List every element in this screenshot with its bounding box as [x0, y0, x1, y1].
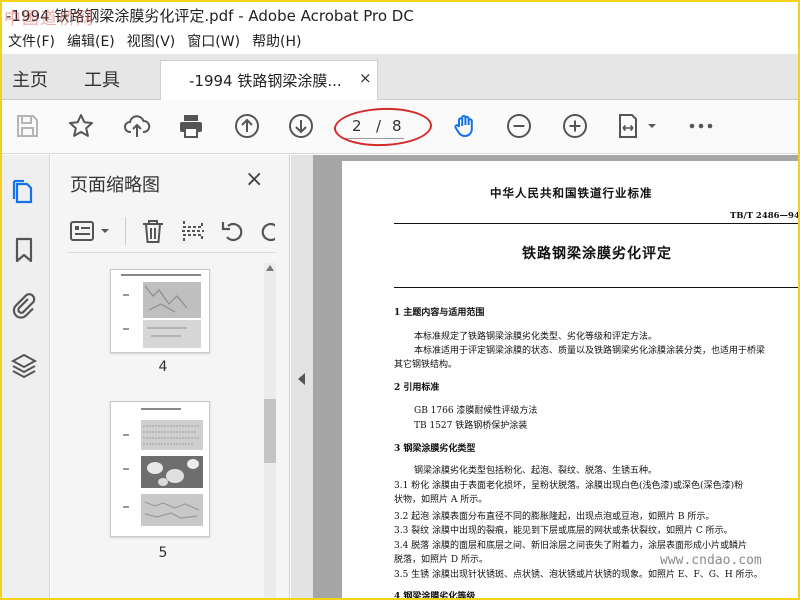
scroll-up-arrow-icon[interactable] — [266, 265, 274, 271]
page-down-icon[interactable] — [286, 111, 316, 141]
doc-body-line: GB 1766 漆膜耐候性评级方法 — [414, 406, 538, 416]
doc-body-line: TB 1527 铁路钢桥保护涂装 — [414, 421, 528, 431]
thumbnail-list: 4 5 — [51, 263, 275, 598]
thumbnail-options-icon[interactable] — [69, 217, 113, 245]
panel-title: 页面缩略图 — [70, 175, 160, 196]
layers-icon[interactable] — [9, 351, 39, 381]
scrollbar-thumb[interactable] — [264, 399, 276, 463]
page-number-field[interactable]: 2 / 8 — [342, 114, 416, 140]
doc-section-heading: 1 主题内容与适用范围 — [394, 308, 485, 318]
save-icon[interactable] — [12, 111, 42, 141]
tab-document-label: -1994 铁路钢梁涂膜... — [189, 72, 342, 90]
doc-watermark: www.cndao.com — [660, 553, 762, 568]
thumbnails-panel: 页面缩略图 × 4 5 — [51, 155, 290, 598]
thumbnail-scrollbar[interactable] — [264, 263, 276, 598]
rotate-page-icon[interactable] — [219, 217, 247, 245]
acrobat-window: -1994 铁路钢梁涂膜劣化评定.pdf - Adobe Acrobat Pro… — [0, 0, 800, 600]
panel-collapse-handle[interactable] — [291, 155, 313, 598]
doc-title-rule — [394, 287, 798, 288]
doc-body-line: 3.2 起泡 涂膜表面分布直径不同的膨胀隆起，出现点泡或豆泡，如照片 B 所示。 — [394, 512, 715, 522]
fit-page-icon[interactable] — [614, 111, 660, 141]
cloud-upload-icon[interactable] — [122, 111, 152, 141]
page-separator: / — [376, 117, 382, 135]
zoom-in-icon[interactable] — [560, 111, 590, 141]
doc-body-line: 钢梁涂膜劣化类型包括粉化、起泡、裂纹、脱落、生锈五种。 — [414, 466, 658, 476]
attachments-icon[interactable] — [9, 291, 39, 321]
page-up-icon[interactable] — [232, 111, 262, 141]
doc-body-line: 状物，如照片 A 所示。 — [394, 495, 488, 505]
menu-window[interactable]: 窗口(W) — [181, 31, 246, 51]
menu-file[interactable]: 文件(F) — [2, 31, 61, 51]
menu-bar: 文件(F) 编辑(E) 视图(V) 窗口(W) 帮助(H) — [2, 30, 798, 52]
panel-close-icon[interactable]: × — [245, 167, 263, 192]
doc-standard-number: TB/T 2486—94 — [730, 211, 800, 221]
doc-section-heading: 4 钢梁涂膜劣化等级 — [394, 592, 476, 600]
doc-title: 铁路钢梁涂膜劣化评定 — [522, 246, 672, 262]
doc-body-line: 3.4 脱落 涂膜的面层和底层之间、新旧涂层之间丧失了附着力，涂层表面形成小片或… — [394, 541, 748, 551]
document-viewer[interactable]: 中华人民共和国铁道行业标准 TB/T 2486—94 铁路钢梁涂膜劣化评定 1 … — [313, 155, 800, 600]
doc-section-heading: 2 引用标准 — [394, 383, 440, 393]
close-tab-icon[interactable]: × — [359, 69, 372, 87]
doc-body-line: 脱落，如照片 D 所示。 — [394, 555, 488, 565]
collapse-arrow-icon[interactable] — [298, 373, 305, 385]
tab-home[interactable]: 主页 — [12, 66, 48, 92]
site-watermark: 中国道桥网 — [4, 9, 94, 29]
doc-section-heading: 3 钢梁涂膜劣化类型 — [394, 444, 476, 454]
page-total: 8 — [392, 117, 402, 135]
print-icon[interactable] — [176, 111, 206, 141]
panel-toolbar — [67, 213, 275, 253]
rotate-clockwise-icon[interactable] — [257, 217, 275, 245]
zoom-out-icon[interactable] — [504, 111, 534, 141]
panel-toolbar-divider — [125, 217, 126, 245]
doc-body-line: 3.1 粉化 涂膜由于表面老化损坏，呈粉状脱落。涂膜出现白色(浅色漆)或深色(深… — [394, 481, 744, 491]
tab-tools[interactable]: 工具 — [84, 66, 120, 92]
bookmarks-icon[interactable] — [9, 235, 39, 265]
more-icon[interactable] — [686, 111, 716, 141]
page-field-underline — [344, 138, 404, 139]
page-thumbnails-icon[interactable] — [9, 177, 39, 207]
thumbnail-page-4[interactable] — [110, 269, 210, 353]
thumbnail-page-5[interactable] — [110, 401, 210, 537]
menu-help[interactable]: 帮助(H) — [246, 31, 307, 51]
title-bar: -1994 铁路钢梁涂膜劣化评定.pdf - Adobe Acrobat Pro… — [2, 2, 798, 29]
thumbnail-page-number: 5 — [158, 545, 168, 561]
doc-body-line: 本标准规定了铁路钢梁涂膜劣化类型、劣化等级和评定方法。 — [414, 332, 658, 342]
doc-body-line: 其它钢铁结构。 — [394, 360, 458, 370]
doc-body-line: 3.5 生锈 涂膜出现针状锈斑、点状锈、泡状锈或片状锈的现象。如照片 E、F、G… — [394, 570, 763, 580]
doc-header-rule — [394, 223, 798, 224]
doc-body-line: 本标准适用于评定钢梁涂膜的状态、质量以及铁路钢梁劣化涂膜涂装分类，也适用于桥梁 — [414, 346, 766, 356]
thumbnail-page-number: 4 — [158, 359, 168, 375]
tab-bar: 主页 工具 -1994 铁路钢梁涂膜... × — [2, 54, 798, 100]
doc-org-header: 中华人民共和国铁道行业标准 — [490, 186, 653, 200]
menu-view[interactable]: 视图(V) — [121, 31, 182, 51]
tab-document[interactable]: -1994 铁路钢梁涂膜... × — [160, 60, 378, 100]
delete-page-icon[interactable] — [139, 217, 167, 245]
main-toolbar: 2 / 8 — [2, 100, 798, 154]
hand-tool-icon[interactable] — [450, 111, 480, 141]
page-current-input[interactable]: 2 — [352, 117, 362, 135]
bookmark-star-icon[interactable] — [66, 111, 96, 141]
doc-body-line: 3.3 裂纹 涂膜中出现的裂痕，能见到下层或底层的网状或条状裂纹，如照片 C 所… — [394, 526, 733, 536]
extract-pages-icon[interactable] — [179, 217, 207, 245]
navigation-rail — [2, 155, 50, 598]
document-page: 中华人民共和国铁道行业标准 TB/T 2486—94 铁路钢梁涂膜劣化评定 1 … — [342, 161, 800, 600]
menu-edit[interactable]: 编辑(E) — [61, 31, 121, 51]
